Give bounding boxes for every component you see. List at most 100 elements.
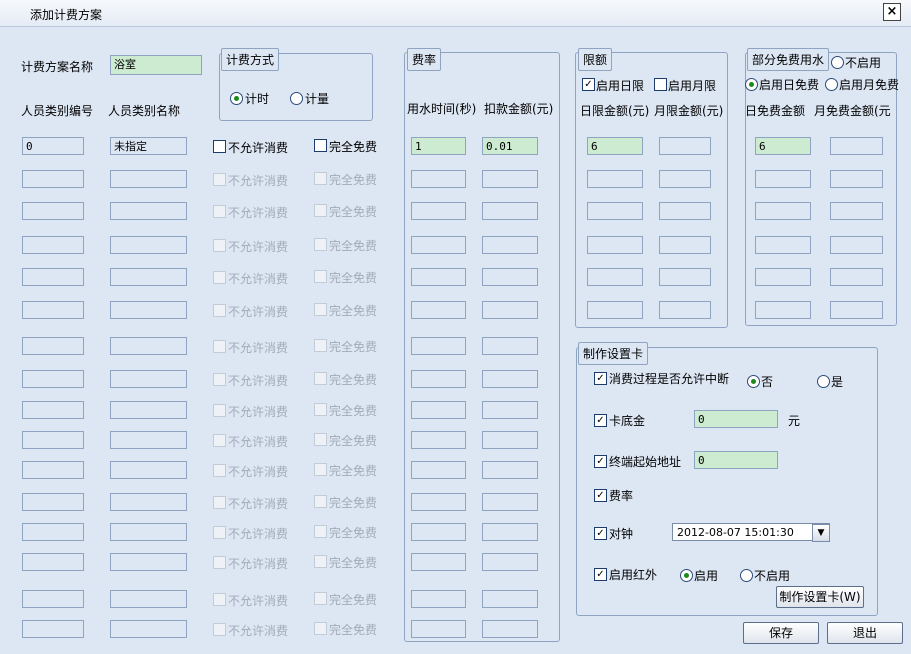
make-card-button[interactable]: 制作设置卡(W) [776,586,864,608]
rate-time-input[interactable] [411,523,466,541]
monthly-limit-input[interactable] [659,170,711,188]
terminal-checkbox[interactable]: ✓ [594,455,607,468]
personnel-name-input[interactable] [110,461,187,479]
rate-time-input[interactable] [411,301,466,319]
close-button[interactable]: × [883,3,901,21]
personnel-name-input[interactable] [110,401,187,419]
personnel-code-input[interactable] [22,620,84,638]
deposit-input[interactable]: 0 [694,410,778,428]
personnel-name-input[interactable] [110,268,187,286]
rate-time-input[interactable] [411,370,466,388]
timed-radio[interactable] [230,92,243,105]
personnel-code-input[interactable] [22,401,84,419]
personnel-code-input[interactable] [22,523,84,541]
interrupt-yes-radio[interactable] [817,375,830,388]
personnel-name-input[interactable] [110,590,187,608]
monthly-free-input[interactable] [830,170,883,188]
monthly-limit-input[interactable] [659,268,711,286]
no-consume-checkbox[interactable] [213,140,226,153]
rate-amount-input[interactable] [482,337,538,355]
clock-checkbox[interactable]: ✓ [594,527,607,540]
monthly-free-input[interactable] [830,301,883,319]
rate-time-input[interactable] [411,268,466,286]
interrupt-no-radio[interactable] [747,375,760,388]
personnel-name-input[interactable] [110,620,187,638]
personnel-name-input[interactable] [110,236,187,254]
personnel-code-input[interactable] [22,337,84,355]
monthly-limit-input[interactable] [659,202,711,220]
rate-time-input[interactable] [411,431,466,449]
monthly-free-input[interactable] [830,268,883,286]
monthly-limit-input[interactable] [659,137,711,155]
daily-limit-input[interactable] [587,202,643,220]
personnel-name-input[interactable] [110,170,187,188]
daily-limit-input[interactable] [587,301,643,319]
rate-amount-input[interactable] [482,493,538,511]
rate-time-input[interactable] [411,236,466,254]
personnel-name-input[interactable] [110,202,187,220]
personnel-code-input[interactable] [22,170,84,188]
daily-free-input[interactable] [755,170,811,188]
personnel-code-input[interactable] [22,493,84,511]
rate-amount-input[interactable] [482,620,538,638]
terminal-input[interactable]: 0 [694,451,778,469]
infrared-off-radio[interactable] [740,569,753,582]
personnel-code-input[interactable] [22,202,84,220]
daily-free-input[interactable] [755,202,811,220]
daily-limit-input[interactable] [587,268,643,286]
personnel-code-input[interactable] [22,590,84,608]
personnel-code-input[interactable]: 0 [22,137,84,155]
rate-amount-input[interactable] [482,301,538,319]
monthly-limit-checkbox[interactable] [654,78,667,91]
monthly-free-input[interactable] [830,236,883,254]
daily-free-radio[interactable] [745,78,758,91]
rate-amount-input[interactable] [482,523,538,541]
rate-time-input[interactable] [411,202,466,220]
daily-free-input[interactable]: 6 [755,137,811,155]
rate-amount-input[interactable] [482,170,538,188]
deposit-checkbox[interactable]: ✓ [594,414,607,427]
rate-time-input[interactable] [411,590,466,608]
personnel-name-input[interactable] [110,337,187,355]
clock-datetime-picker[interactable]: 2012-08-07 15:01:30 [672,523,830,541]
personnel-name-input[interactable] [110,523,187,541]
monthly-free-radio[interactable] [825,78,838,91]
personnel-name-input[interactable] [110,301,187,319]
rate-amount-input[interactable] [482,590,538,608]
personnel-code-input[interactable] [22,236,84,254]
rate-amount-input[interactable] [482,370,538,388]
interrupt-checkbox[interactable]: ✓ [594,372,607,385]
personnel-code-input[interactable] [22,301,84,319]
rate-time-input[interactable] [411,170,466,188]
personnel-code-input[interactable] [22,553,84,571]
rate-time-input[interactable] [411,461,466,479]
personnel-code-input[interactable] [22,268,84,286]
personnel-name-input[interactable]: 未指定 [110,137,187,155]
metered-radio[interactable] [290,92,303,105]
personnel-name-input[interactable] [110,370,187,388]
rate-time-input[interactable] [411,553,466,571]
rate-amount-input[interactable] [482,268,538,286]
rate-amount-input[interactable] [482,401,538,419]
monthly-limit-input[interactable] [659,236,711,254]
daily-limit-input[interactable] [587,236,643,254]
save-button[interactable]: 保存 [743,622,819,644]
personnel-code-input[interactable] [22,461,84,479]
rate-time-input[interactable] [411,337,466,355]
personnel-code-input[interactable] [22,370,84,388]
personnel-name-input[interactable] [110,493,187,511]
free-checkbox[interactable] [314,139,327,152]
daily-limit-input[interactable]: 6 [587,137,643,155]
rate-amount-input[interactable] [482,431,538,449]
exit-button[interactable]: 退出 [827,622,903,644]
personnel-code-input[interactable] [22,431,84,449]
daily-free-input[interactable] [755,236,811,254]
rate-time-input[interactable] [411,620,466,638]
personnel-name-input[interactable] [110,431,187,449]
rate-amount-input[interactable] [482,553,538,571]
rate-time-input[interactable] [411,493,466,511]
rate-amount-input[interactable] [482,236,538,254]
monthly-free-input[interactable] [830,202,883,220]
plan-name-input[interactable]: 浴室 [110,55,202,75]
daily-limit-input[interactable] [587,170,643,188]
